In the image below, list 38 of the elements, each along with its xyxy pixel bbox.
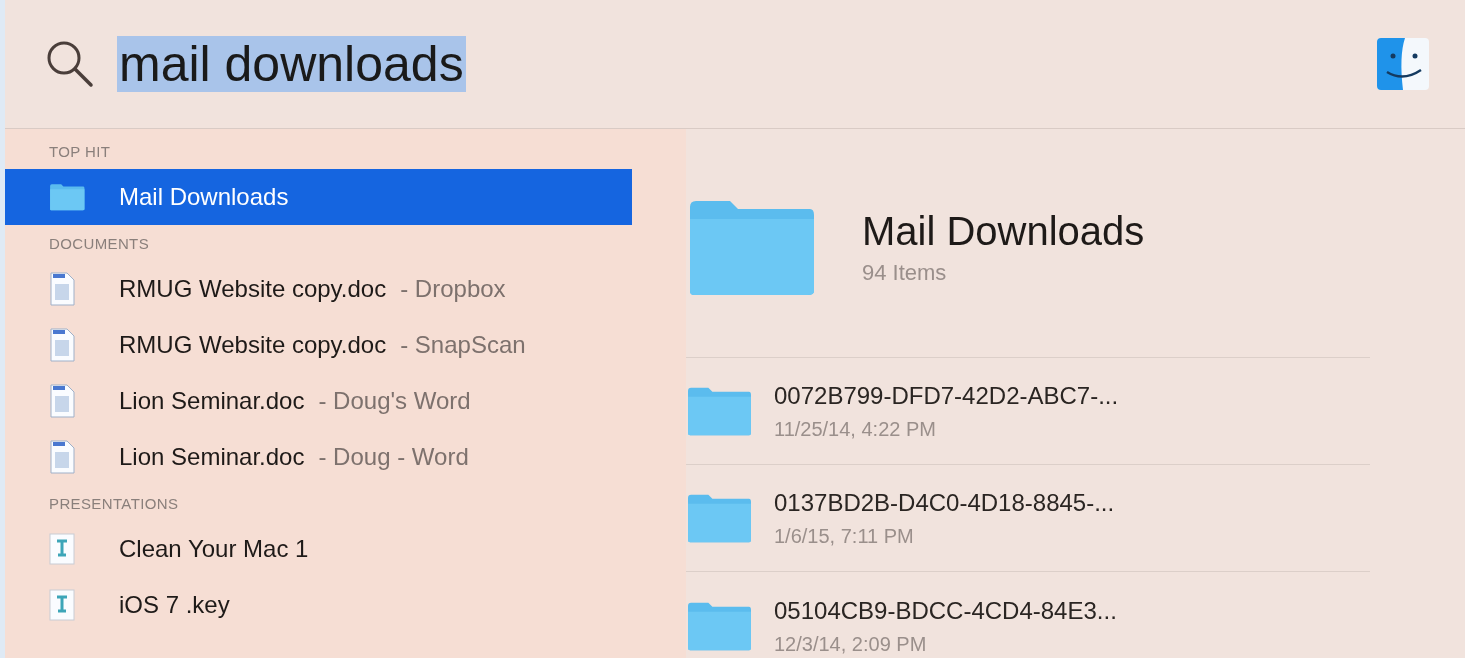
document-icon xyxy=(49,440,75,474)
section-header: PRESENTATIONS xyxy=(49,493,179,514)
result-name: Mail Downloads xyxy=(119,182,289,212)
result-name: RMUG Website copy.doc xyxy=(119,274,387,304)
result-name: Clean Your Mac 1 xyxy=(119,534,309,564)
folder-icon xyxy=(49,182,85,212)
result-row[interactable]: Clean Your Mac 1 xyxy=(5,521,632,577)
result-location: - Doug's Word xyxy=(318,386,471,416)
file-date: 11/25/14, 4:22 PM xyxy=(774,417,937,442)
document-icon xyxy=(49,328,75,362)
section-header: DOCUMENTS xyxy=(49,233,150,254)
result-row[interactable]: RMUG Website copy.doc - SnapScan xyxy=(5,317,632,373)
preview-title: Mail Downloads xyxy=(862,207,1145,255)
result-location: - Dropbox xyxy=(400,274,506,304)
section-header: TOP HIT xyxy=(49,141,111,162)
file-date: 1/6/15, 7:11 PM xyxy=(774,524,915,549)
search-field[interactable]: mail downloads xyxy=(117,39,1375,89)
result-name: Lion Seminar.doc xyxy=(119,386,305,416)
result-row[interactable]: Mail Downloads xyxy=(5,169,632,225)
result-location: - SnapScan xyxy=(400,330,526,360)
result-row[interactable]: iOS 7 .key xyxy=(5,577,632,633)
presentation-icon xyxy=(49,533,75,565)
face-app-icon[interactable] xyxy=(1375,36,1431,92)
file-name: 05104CB9-BDCC-4CD4-84E3... xyxy=(774,596,1117,626)
presentation-icon xyxy=(49,589,75,621)
file-date: 12/3/14, 2:09 PM xyxy=(774,632,928,657)
result-row[interactable]: Lion Seminar.doc - Doug - Word xyxy=(5,429,632,485)
result-row[interactable]: Lion Seminar.doc - Doug's Word xyxy=(5,373,632,429)
file-name: 0137BD2B-D4C0-4D18-8845-... xyxy=(774,488,1115,518)
result-name: Lion Seminar.doc xyxy=(119,442,305,472)
result-name: iOS 7 .key xyxy=(119,590,230,620)
result-name: RMUG Website copy.doc xyxy=(119,330,387,360)
result-row[interactable]: RMUG Website copy.doc - Dropbox xyxy=(5,261,632,317)
result-location: - Doug - Word xyxy=(318,442,469,472)
preview-subtitle: 94 Items xyxy=(862,258,948,287)
document-icon xyxy=(49,384,75,418)
file-name: 0072B799-DFD7-42D2-ABC7-... xyxy=(774,381,1119,411)
document-icon xyxy=(49,272,75,306)
